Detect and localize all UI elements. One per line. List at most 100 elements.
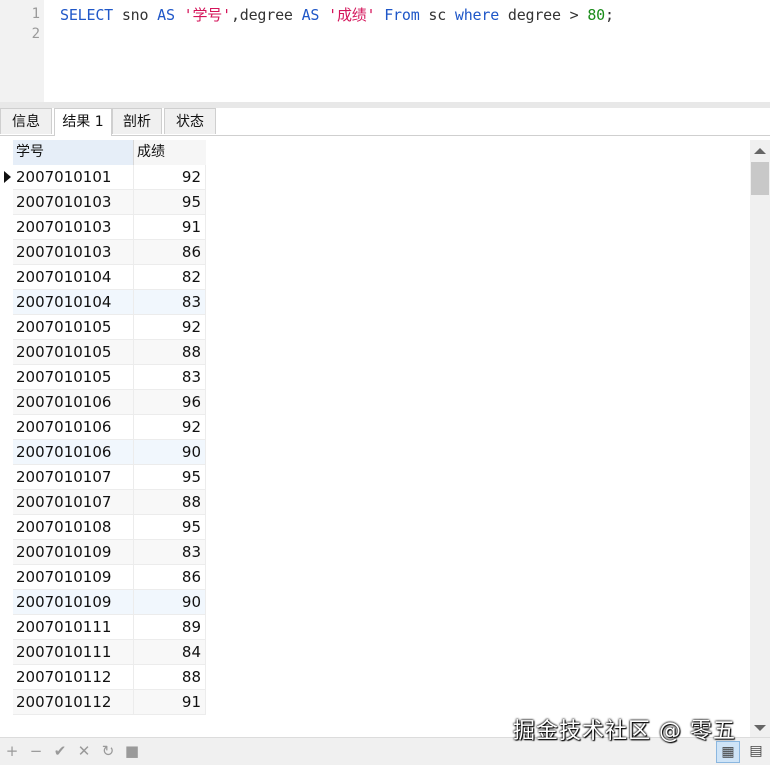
cell-sno[interactable]: 2007010105	[13, 340, 134, 365]
cell-sno[interactable]: 2007010112	[13, 665, 134, 690]
discard-changes-button[interactable]: ✕	[76, 742, 92, 760]
scroll-up-icon[interactable]	[754, 148, 766, 154]
cell-degree[interactable]: 83	[134, 290, 206, 315]
table-row[interactable]: 2007010111 84	[0, 640, 206, 665]
table-row[interactable]: 2007010107 88	[0, 490, 206, 515]
cell-degree[interactable]: 92	[134, 415, 206, 440]
cell-sno[interactable]: 2007010106	[13, 440, 134, 465]
cell-sno[interactable]: 2007010103	[13, 215, 134, 240]
cell-degree[interactable]: 92	[134, 165, 206, 190]
cell-sno[interactable]: 2007010109	[13, 590, 134, 615]
cell-sno[interactable]: 2007010108	[13, 515, 134, 540]
cell-degree[interactable]: 95	[134, 465, 206, 490]
cell-degree[interactable]: 86	[134, 240, 206, 265]
cell-degree[interactable]: 90	[134, 440, 206, 465]
tab-info[interactable]: 信息	[0, 108, 52, 134]
cell-degree[interactable]: 88	[134, 340, 206, 365]
cell-sno[interactable]: 2007010105	[13, 365, 134, 390]
apply-changes-button[interactable]: ✔	[52, 742, 68, 760]
cell-sno[interactable]: 2007010103	[13, 190, 134, 215]
table-row[interactable]: 2007010106 96	[0, 390, 206, 415]
cell-sno[interactable]: 2007010104	[13, 265, 134, 290]
table-row[interactable]: 2007010101 92	[0, 165, 206, 190]
line-number: 2	[31, 26, 40, 42]
line-number-gutter: 1 2	[0, 0, 44, 102]
grid-icon: ▦	[721, 744, 735, 760]
cell-sno[interactable]: 2007010109	[13, 565, 134, 590]
table-row[interactable]: 2007010111 89	[0, 615, 206, 640]
form-view-button[interactable]: ▤	[744, 741, 768, 763]
cell-degree[interactable]: 83	[134, 365, 206, 390]
stop-button[interactable]: ■	[124, 742, 140, 760]
cell-degree[interactable]: 88	[134, 665, 206, 690]
table-row[interactable]: 2007010103 91	[0, 215, 206, 240]
table-row[interactable]: 2007010105 92	[0, 315, 206, 340]
sql-code-line[interactable]: SELECT sno AS '学号',degree AS '成绩' From s…	[60, 4, 614, 25]
cell-degree[interactable]: 90	[134, 590, 206, 615]
table-row[interactable]: 2007010109 90	[0, 590, 206, 615]
cell-sno[interactable]: 2007010109	[13, 540, 134, 565]
tab-result-1[interactable]: 结果 1	[54, 108, 112, 136]
scroll-thumb[interactable]	[751, 162, 769, 195]
result-grid[interactable]: 学号 成绩 2007010101 92 2007010103 95 2007010103…	[0, 140, 750, 717]
table-row[interactable]: 2007010109 83	[0, 540, 206, 565]
sql-text: sc	[419, 6, 455, 24]
cell-degree[interactable]: 88	[134, 490, 206, 515]
refresh-button[interactable]: ↻	[100, 742, 116, 760]
cell-degree[interactable]: 91	[134, 690, 206, 715]
cell-degree[interactable]: 82	[134, 265, 206, 290]
cell-sno[interactable]: 2007010107	[13, 465, 134, 490]
sql-text: ;	[605, 6, 614, 24]
sql-keyword: AS	[157, 6, 175, 24]
tab-profile[interactable]: 剖析	[112, 108, 162, 134]
cell-sno[interactable]: 2007010111	[13, 640, 134, 665]
sql-text: sno	[113, 6, 158, 24]
add-record-button[interactable]: +	[4, 742, 20, 760]
table-row[interactable]: 2007010104 83	[0, 290, 206, 315]
vertical-scrollbar[interactable]	[750, 140, 770, 737]
cell-degree[interactable]: 92	[134, 315, 206, 340]
cell-degree[interactable]: 91	[134, 215, 206, 240]
table-row[interactable]: 2007010103 95	[0, 190, 206, 215]
table-row[interactable]: 2007010104 82	[0, 265, 206, 290]
cell-sno[interactable]: 2007010103	[13, 240, 134, 265]
cell-sno[interactable]: 2007010112	[13, 690, 134, 715]
cell-sno[interactable]: 2007010105	[13, 315, 134, 340]
cell-degree[interactable]: 86	[134, 565, 206, 590]
cell-sno[interactable]: 2007010104	[13, 290, 134, 315]
cell-sno[interactable]: 2007010106	[13, 415, 134, 440]
table-row[interactable]: 2007010103 86	[0, 240, 206, 265]
table-row[interactable]: 2007010112 91	[0, 690, 206, 715]
table-row[interactable]: 2007010109 86	[0, 565, 206, 590]
sql-text: degree >	[499, 6, 588, 24]
tab-status[interactable]: 状态	[164, 108, 216, 134]
sql-editor[interactable]: 1 2 SELECT sno AS '学号',degree AS '成绩' Fr…	[0, 0, 770, 102]
table-row[interactable]: 2007010105 83	[0, 365, 206, 390]
cell-degree[interactable]: 96	[134, 390, 206, 415]
sql-string: '成绩'	[328, 6, 376, 24]
table-row[interactable]: 2007010106 92	[0, 415, 206, 440]
column-header-degree[interactable]: 成绩	[134, 140, 206, 165]
cell-degree[interactable]: 95	[134, 515, 206, 540]
cell-degree[interactable]: 84	[134, 640, 206, 665]
table-row[interactable]: 2007010106 90	[0, 440, 206, 465]
table-row[interactable]: 2007010108 95	[0, 515, 206, 540]
cell-sno[interactable]: 2007010111	[13, 615, 134, 640]
sql-text: ,degree	[230, 6, 302, 24]
cell-sno[interactable]: 2007010101	[13, 165, 134, 190]
table-row[interactable]: 2007010105 88	[0, 340, 206, 365]
table-row[interactable]: 2007010107 95	[0, 465, 206, 490]
cell-degree[interactable]: 95	[134, 190, 206, 215]
delete-record-button[interactable]: −	[28, 742, 44, 760]
scroll-down-icon[interactable]	[754, 725, 766, 731]
sql-keyword: AS	[301, 6, 320, 24]
cell-sno[interactable]: 2007010106	[13, 390, 134, 415]
watermark: 掘金技术社区 @ 零五	[513, 719, 736, 744]
cell-degree[interactable]: 89	[134, 615, 206, 640]
table-row[interactable]: 2007010112 88	[0, 665, 206, 690]
cell-degree[interactable]: 83	[134, 540, 206, 565]
cell-sno[interactable]: 2007010107	[13, 490, 134, 515]
column-header-sno[interactable]: 学号	[13, 140, 134, 165]
